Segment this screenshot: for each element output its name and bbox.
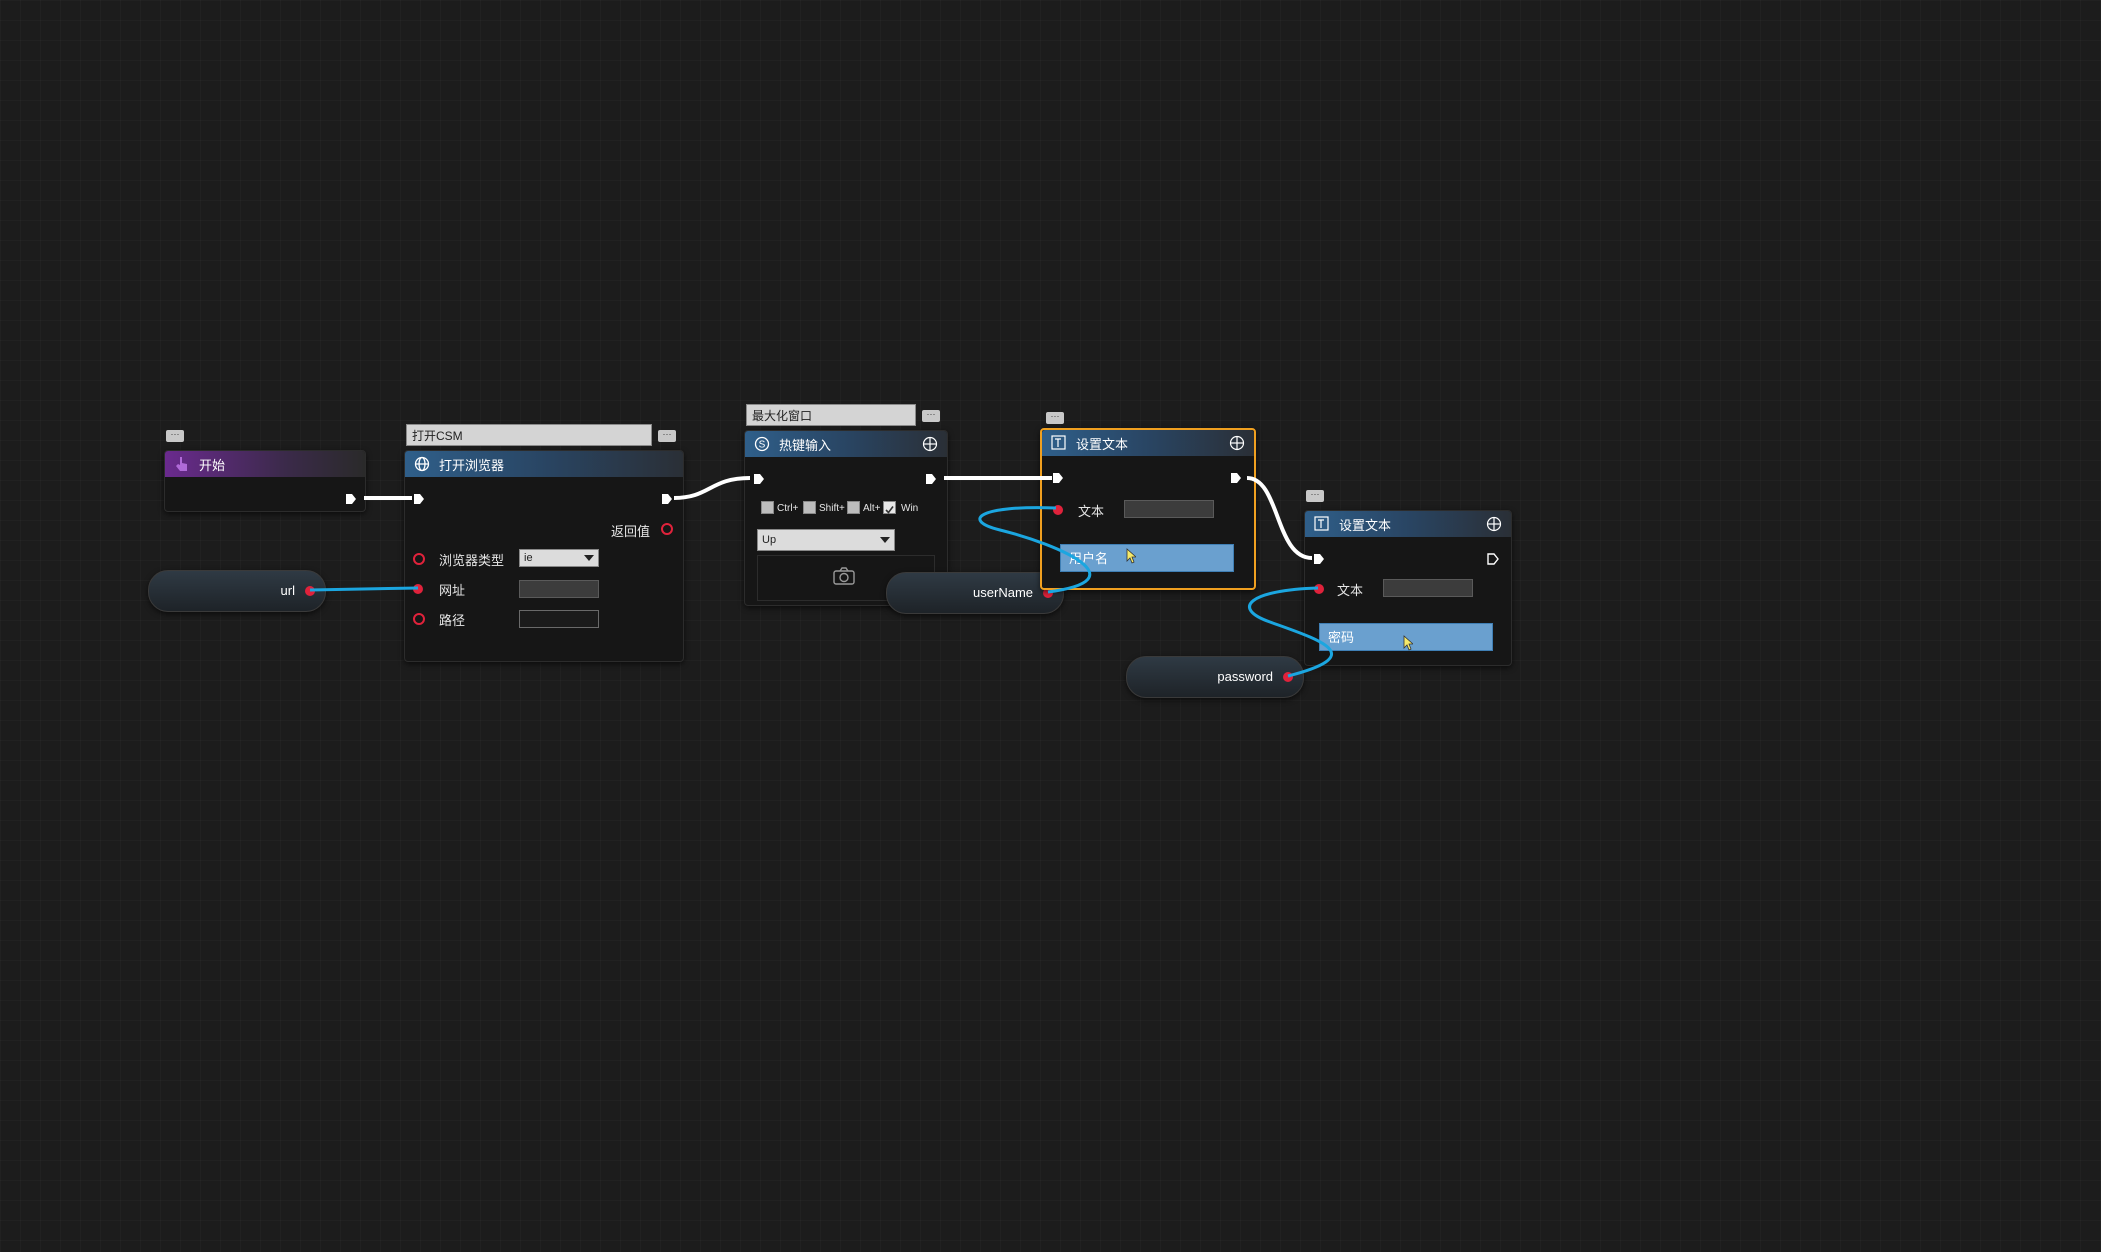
username-variable-node[interactable]: userName	[886, 572, 1064, 614]
open-browser-node-header[interactable]: 打开浏览器	[405, 451, 683, 477]
start-node[interactable]: 开始	[164, 450, 366, 512]
comment-icon[interactable]: ···	[1046, 412, 1064, 424]
exec-wire-settext1-to-settext2	[1246, 476, 1313, 560]
url-variable-out-pin[interactable]	[305, 586, 315, 596]
path-pin[interactable]	[413, 613, 425, 625]
text-input[interactable]	[1383, 579, 1473, 597]
hotkey-comment[interactable]: 最大化窗口	[746, 404, 916, 426]
start-node-header[interactable]: 开始	[165, 451, 365, 477]
password-variable-out-pin[interactable]	[1283, 672, 1293, 682]
exec-out-pin[interactable]	[1230, 472, 1242, 484]
browser-type-select[interactable]: ie	[519, 549, 599, 567]
cursor-icon	[1126, 548, 1136, 564]
hotkey-s-icon: S	[753, 435, 771, 453]
alt-checkbox[interactable]	[847, 501, 860, 514]
comment-icon[interactable]: ···	[658, 430, 676, 442]
text-pin[interactable]	[1053, 505, 1063, 515]
url-pin[interactable]	[413, 584, 423, 594]
start-node-title: 开始	[199, 457, 226, 473]
set-text-node-1[interactable]: 设置文本 文本 用户名	[1040, 428, 1256, 590]
comment-icon[interactable]: ···	[1306, 490, 1324, 502]
ctrl-label: Ctrl+	[777, 503, 799, 514]
shift-checkbox[interactable]	[803, 501, 816, 514]
target-element-field[interactable]: 用户名	[1060, 544, 1234, 572]
browser-type-label: 浏览器类型	[439, 553, 505, 568]
set-text-icon	[1313, 515, 1331, 533]
url-input[interactable]	[519, 580, 599, 598]
chevron-down-icon	[584, 555, 594, 561]
crosshair-icon[interactable]	[1228, 434, 1246, 452]
key-select[interactable]: Up	[757, 529, 895, 551]
url-variable-node[interactable]: url	[148, 570, 326, 612]
text-pin[interactable]	[1314, 584, 1324, 594]
text-input[interactable]	[1124, 500, 1214, 518]
set-text-node-2[interactable]: 设置文本 文本 密码	[1304, 510, 1512, 666]
set-text-1-title: 设置文本	[1076, 436, 1129, 452]
password-variable-node[interactable]: password	[1126, 656, 1304, 698]
exec-in-pin[interactable]	[1313, 553, 1325, 565]
svg-text:S: S	[759, 440, 766, 451]
text-label: 文本	[1078, 504, 1105, 519]
shift-label: Shift+	[819, 503, 845, 514]
key-value: Up	[762, 534, 777, 546]
win-checkbox[interactable]	[883, 501, 896, 514]
alt-label: Alt+	[863, 503, 881, 514]
crosshair-icon[interactable]	[1485, 515, 1503, 533]
data-wire-url	[309, 586, 419, 592]
browser-type-pin[interactable]	[413, 553, 425, 565]
hand-pointer-icon	[173, 455, 191, 473]
open-browser-title: 打开浏览器	[439, 457, 505, 473]
hotkey-node-header[interactable]: S 热键输入	[745, 431, 947, 457]
path-label: 路径	[439, 613, 466, 628]
username-variable-label: userName	[973, 585, 1033, 600]
browser-type-value: ie	[524, 552, 533, 564]
win-label: Win	[901, 503, 919, 514]
set-text-2-header[interactable]: 设置文本	[1305, 511, 1511, 537]
url-label: 网址	[439, 583, 466, 598]
camera-icon[interactable]	[833, 567, 855, 590]
password-variable-label: password	[1217, 669, 1273, 684]
wire-layer	[309, 476, 1333, 678]
return-value-label: 返回值	[611, 524, 651, 539]
exec-in-pin[interactable]	[1052, 472, 1064, 484]
exec-out-pin[interactable]	[345, 493, 357, 505]
comment-icon[interactable]: ···	[166, 430, 184, 442]
exec-out-pin[interactable]	[1487, 553, 1499, 565]
hotkey-title: 热键输入	[779, 437, 832, 453]
url-variable-label: url	[280, 583, 295, 598]
cursor-icon	[1403, 635, 1413, 651]
ctrl-checkbox[interactable]	[761, 501, 774, 514]
comment-icon[interactable]: ···	[922, 410, 940, 422]
exec-out-pin[interactable]	[661, 493, 673, 505]
exec-wire-browser-to-hotkey	[673, 476, 751, 500]
set-text-2-title: 设置文本	[1339, 517, 1392, 533]
exec-out-pin[interactable]	[925, 473, 937, 485]
set-text-1-header[interactable]: 设置文本	[1042, 430, 1254, 456]
text-label: 文本	[1337, 583, 1364, 598]
open-browser-comment[interactable]: 打开CSM	[406, 424, 652, 446]
exec-in-pin[interactable]	[413, 493, 425, 505]
path-input[interactable]	[519, 610, 599, 628]
return-value-pin[interactable]	[661, 523, 673, 535]
exec-in-pin[interactable]	[753, 473, 765, 485]
crosshair-icon[interactable]	[921, 435, 939, 453]
checkmark-icon	[885, 506, 894, 514]
chevron-down-icon	[880, 537, 890, 543]
open-browser-node[interactable]: 打开浏览器 返回值 浏览器类型 ie 网址 路径	[404, 450, 684, 662]
globe-icon	[413, 455, 431, 473]
set-text-icon	[1050, 434, 1068, 452]
